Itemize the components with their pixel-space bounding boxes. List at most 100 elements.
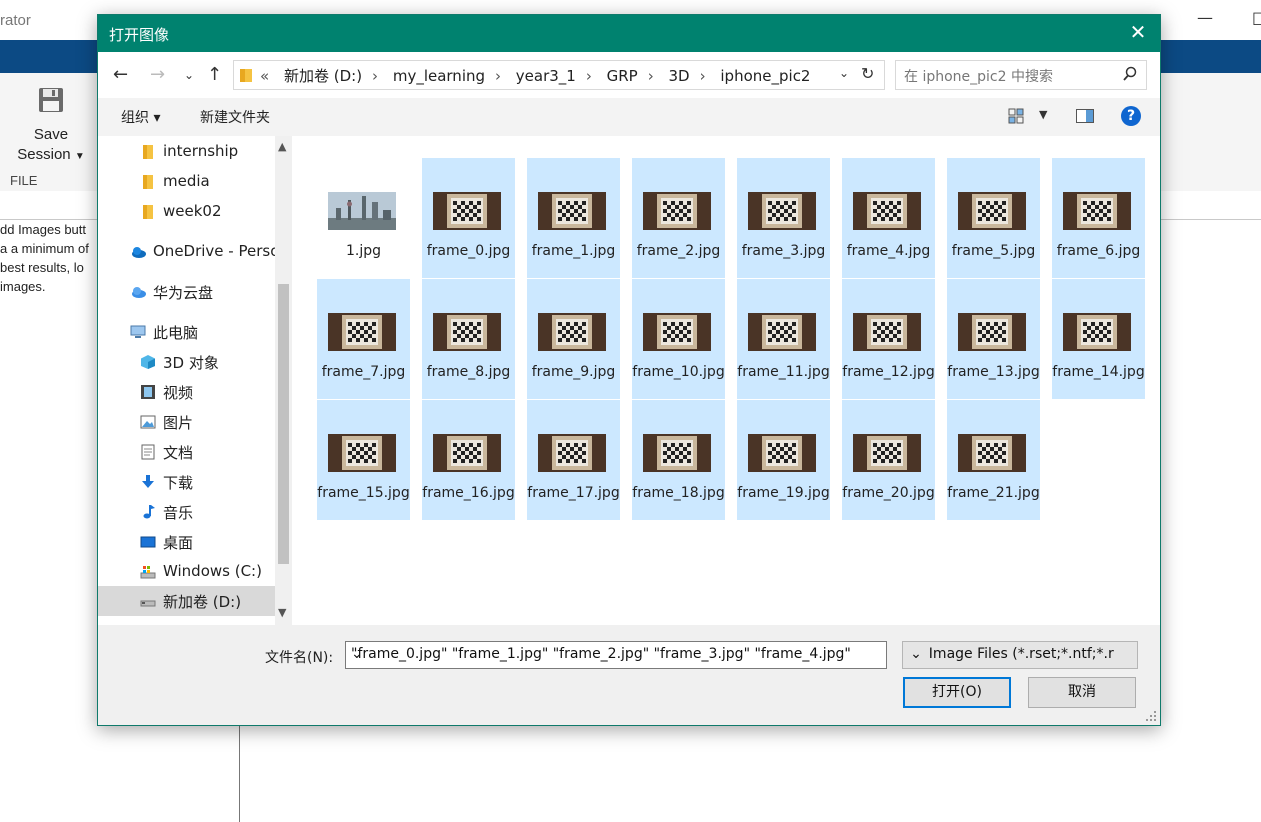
- file-thumbnail: [538, 434, 606, 472]
- recent-locations-chevron-icon[interactable]: ⌄: [184, 68, 194, 82]
- save-session-button[interactable]: Save Session ▼: [10, 87, 92, 167]
- file-tile[interactable]: frame_6.jpg: [1052, 158, 1145, 278]
- file-tile[interactable]: frame_4.jpg: [842, 158, 935, 278]
- breadcrumb-item[interactable]: iphone_pic2: [720, 67, 810, 85]
- cancel-button[interactable]: 取消: [1028, 677, 1136, 708]
- filetype-dropdown-icon[interactable]: ⌄: [907, 646, 925, 662]
- nav-item-drive-d[interactable]: 新加卷 (D:): [98, 586, 275, 616]
- nav-item-downloads[interactable]: 下载: [140, 467, 275, 497]
- refresh-icon[interactable]: ↻: [861, 64, 874, 83]
- cloud-icon: [132, 287, 146, 298]
- file-tile[interactable]: frame_3.jpg: [737, 158, 830, 278]
- filetype-select[interactable]: All Image Files (*.rset;*.ntf;*.r ⌄: [902, 641, 1138, 669]
- file-tile[interactable]: frame_16.jpg: [422, 400, 515, 520]
- file-tile[interactable]: frame_21.jpg: [947, 400, 1040, 520]
- scroll-down-icon[interactable]: ▼: [278, 606, 286, 619]
- file-tile[interactable]: frame_19.jpg: [737, 400, 830, 520]
- nav-item-huawei-cloud[interactable]: 华为云盘: [130, 277, 275, 307]
- filename-input[interactable]: "frame_0.jpg" "frame_1.jpg" "frame_2.jpg…: [345, 641, 887, 669]
- file-name: frame_6.jpg: [1056, 243, 1141, 259]
- floppy-disk-icon: [39, 88, 63, 112]
- nav-item-desktop[interactable]: 桌面: [140, 527, 275, 557]
- file-tile[interactable]: 1.jpg: [317, 158, 410, 278]
- resize-grip-icon[interactable]: [1145, 710, 1157, 722]
- file-tile[interactable]: frame_12.jpg: [842, 279, 935, 399]
- address-bar[interactable]: « 新加卷 (D:) › my_learning › year3_1 › GRP › 3…: [233, 60, 885, 90]
- file-tile[interactable]: frame_7.jpg: [317, 279, 410, 399]
- navigation-pane: internship media week02 OneDrive - Perso…: [98, 136, 295, 625]
- file-tile[interactable]: frame_9.jpg: [527, 279, 620, 399]
- file-tile[interactable]: frame_14.jpg: [1052, 279, 1145, 399]
- nav-item-videos[interactable]: 视频: [140, 377, 275, 407]
- nav-item-music[interactable]: 音乐: [140, 497, 275, 527]
- file-thumbnail: [643, 313, 711, 351]
- file-thumbnail: [958, 434, 1026, 472]
- nav-item-label: 3D 对象: [163, 354, 219, 372]
- file-tile[interactable]: frame_1.jpg: [527, 158, 620, 278]
- file-tile[interactable]: frame_11.jpg: [737, 279, 830, 399]
- breadcrumb-item[interactable]: 3D: [669, 67, 690, 85]
- file-tile[interactable]: frame_5.jpg: [947, 158, 1040, 278]
- back-arrow-icon[interactable]: ←: [113, 64, 128, 85]
- new-folder-button[interactable]: 新建文件夹: [200, 107, 270, 127]
- folder-icon: [143, 175, 153, 189]
- file-tile[interactable]: frame_15.jpg: [317, 400, 410, 520]
- forward-arrow-icon[interactable]: →: [150, 64, 165, 85]
- nav-item-week02[interactable]: week02: [140, 197, 275, 227]
- dialog-titlebar: 打开图像 ✕: [98, 15, 1160, 52]
- file-tile[interactable]: frame_20.jpg: [842, 400, 935, 520]
- open-image-dialog: 打开图像 ✕ ← → ⌄ ↑ « 新加卷 (D:) › my_learning › …: [97, 14, 1161, 726]
- search-input[interactable]: 在 iphone_pic2 中搜索: [895, 60, 1147, 90]
- breadcrumb-item[interactable]: GRP: [607, 67, 638, 85]
- drive-icon: [140, 600, 156, 607]
- file-tile[interactable]: frame_10.jpg: [632, 279, 725, 399]
- nav-item-drive-c[interactable]: Windows (C:): [140, 557, 275, 587]
- scroll-up-icon[interactable]: ▲: [278, 140, 286, 153]
- breadcrumb-item[interactable]: my_learning: [393, 67, 485, 85]
- nav-item-pictures[interactable]: 图片: [140, 407, 275, 437]
- nav-item-onedrive[interactable]: OneDrive - Perso: [130, 237, 279, 267]
- file-tile[interactable]: frame_18.jpg: [632, 400, 725, 520]
- view-mode-icon[interactable]: [1008, 108, 1024, 124]
- close-icon[interactable]: ✕: [1126, 20, 1150, 44]
- up-arrow-icon[interactable]: ↑: [207, 64, 222, 85]
- save-session-label: Save: [33, 126, 69, 143]
- filename-dropdown-icon[interactable]: ⌄: [351, 646, 882, 662]
- file-name: frame_13.jpg: [947, 364, 1040, 380]
- file-tile[interactable]: frame_8.jpg: [422, 279, 515, 399]
- nav-item-label: 文档: [163, 444, 194, 462]
- scrollbar-thumb[interactable]: [278, 284, 289, 564]
- nav-item-internship[interactable]: internship: [140, 137, 275, 167]
- file-tile[interactable]: frame_2.jpg: [632, 158, 725, 278]
- filetype-value: All Image Files (*.rset;*.ntf;*.r: [907, 646, 1114, 662]
- nav-pane-scrollbar[interactable]: ▲ ▼: [275, 136, 292, 625]
- breadcrumb-chevron-icon[interactable]: ›: [700, 67, 706, 85]
- view-dropdown-icon[interactable]: ▼: [1039, 108, 1047, 121]
- breadcrumb-chevron-icon[interactable]: ›: [495, 67, 501, 85]
- minimize-icon[interactable]: —: [1197, 8, 1213, 27]
- search-icon[interactable]: [1122, 66, 1138, 82]
- file-list: 1.jpg frame_0.jpg frame_1.jpg frame_2.jpg fr…: [295, 136, 1160, 625]
- maximize-icon[interactable]: □: [1252, 8, 1261, 27]
- breadcrumb-chevron-icon[interactable]: ›: [372, 67, 378, 85]
- preview-pane-icon[interactable]: [1076, 109, 1094, 123]
- breadcrumb-chevron-icon[interactable]: ›: [586, 67, 592, 85]
- file-tile[interactable]: frame_17.jpg: [527, 400, 620, 520]
- save-session-label2: Session: [17, 146, 71, 163]
- nav-item-3d-objects[interactable]: 3D 对象: [140, 347, 275, 377]
- file-tile[interactable]: frame_0.jpg: [422, 158, 515, 278]
- address-dropdown-icon[interactable]: ⌄: [839, 66, 849, 80]
- help-icon[interactable]: ?: [1121, 106, 1141, 126]
- breadcrumb-overflow[interactable]: «: [260, 67, 269, 85]
- help-text: dd Images butt a a minimum of best resul…: [0, 220, 89, 296]
- open-button[interactable]: 打开(O): [903, 677, 1011, 708]
- file-tile[interactable]: frame_13.jpg: [947, 279, 1040, 399]
- breadcrumb-item[interactable]: 新加卷 (D:): [284, 67, 362, 85]
- organize-menu[interactable]: 组织 ▾: [121, 107, 160, 127]
- breadcrumb-chevron-icon[interactable]: ›: [648, 67, 654, 85]
- nav-item-this-pc[interactable]: 此电脑: [130, 317, 275, 347]
- file-thumbnail: [328, 313, 396, 351]
- nav-item-documents[interactable]: 文档: [140, 437, 275, 467]
- nav-item-media[interactable]: media: [140, 167, 275, 197]
- breadcrumb-item[interactable]: year3_1: [516, 67, 576, 85]
